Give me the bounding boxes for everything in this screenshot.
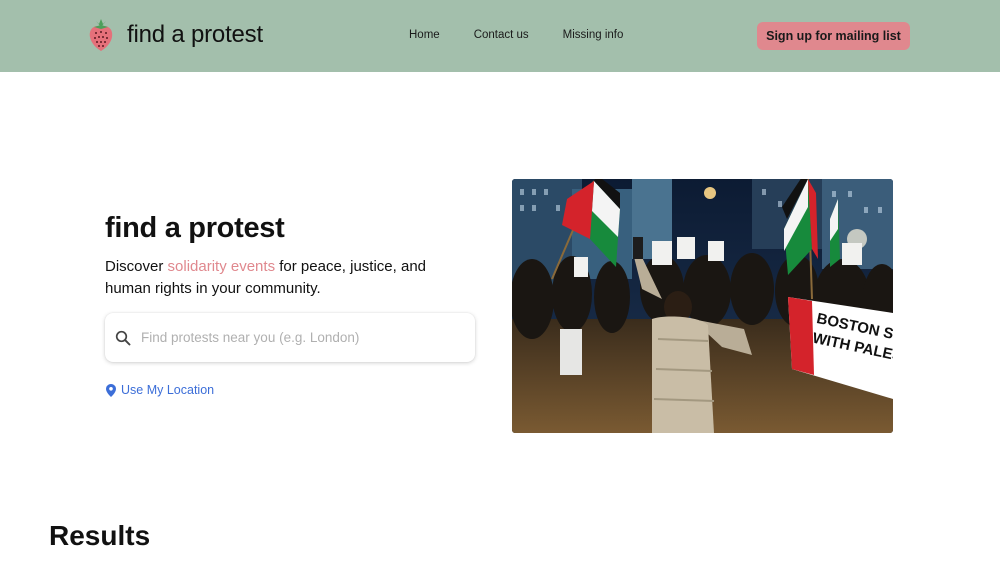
- nav-contact-link[interactable]: Contact us: [474, 28, 529, 42]
- hero-desc-highlight: solidarity events: [167, 258, 276, 275]
- hero-desc-before: Discover: [105, 258, 168, 275]
- nav-home-link[interactable]: Home: [409, 28, 440, 42]
- use-my-location-link[interactable]: Use My Location: [106, 383, 214, 397]
- search-box[interactable]: [105, 313, 475, 362]
- use-my-location-label: Use My Location: [121, 383, 215, 397]
- map-pin-icon: [106, 383, 116, 397]
- strawberry-icon: [89, 19, 113, 51]
- hero-description: Discover solidarity events for peace, ju…: [105, 256, 465, 300]
- protest-photo: BOSTON ST WITH PALES: [512, 179, 893, 433]
- mailing-list-signup-button[interactable]: Sign up for mailing list: [757, 22, 910, 50]
- site-header: find a protest Home Contact us Missing i…: [0, 0, 1000, 72]
- search-icon: [115, 330, 131, 345]
- nav-missing-info-link[interactable]: Missing info: [563, 28, 624, 42]
- main-nav: Home Contact us Missing info: [409, 28, 657, 42]
- brand-name: find a protest: [127, 21, 263, 48]
- search-input[interactable]: [141, 330, 461, 345]
- brand-logo[interactable]: find a protest: [88, 18, 263, 52]
- results-heading: Results: [49, 520, 151, 551]
- hero-title: find a protest: [105, 212, 285, 244]
